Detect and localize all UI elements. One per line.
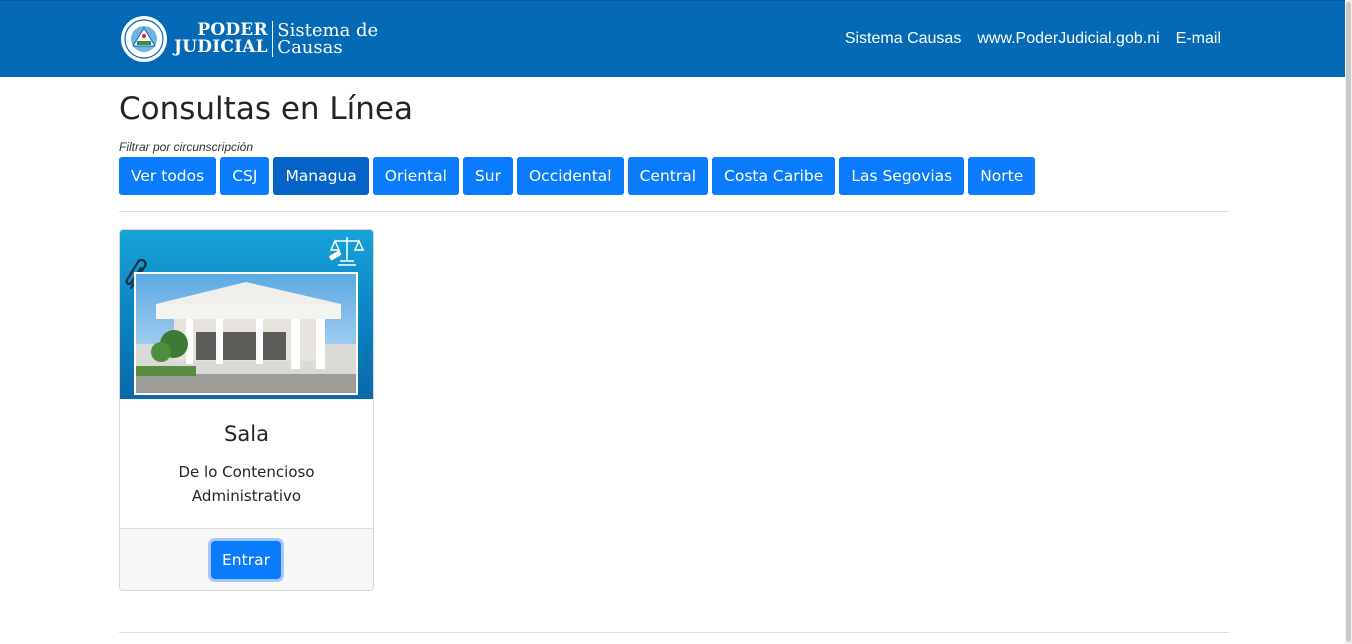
- top-navbar: PODER JUDICIAL Sistema de Causas Sistema…: [0, 0, 1345, 77]
- filter-label: Filtrar por circunscripción: [119, 140, 254, 154]
- filter-norte[interactable]: Norte: [968, 157, 1036, 195]
- nav-link-poder-judicial[interactable]: www.PoderJudicial.gob.ni: [977, 30, 1159, 48]
- section-divider: [119, 211, 1229, 212]
- card-subtitle: De lo Contencioso Administrativo: [120, 460, 373, 508]
- bottom-divider: [119, 632, 1229, 633]
- court-building-photo: [134, 272, 358, 395]
- filter-costa-caribe[interactable]: Costa Caribe: [712, 157, 836, 195]
- enter-button[interactable]: Entrar: [211, 541, 281, 579]
- page-scrollbar[interactable]: [1345, 0, 1352, 644]
- card-header-image: [120, 230, 373, 399]
- filter-central[interactable]: Central: [627, 157, 709, 195]
- brand-judicial: JUDICIAL: [174, 37, 268, 57]
- sala-card: Sala De lo Contencioso Administrativo En…: [119, 229, 374, 591]
- nav-link-sistema-causas[interactable]: Sistema Causas: [845, 30, 962, 48]
- filter-oriental[interactable]: Oriental: [372, 157, 459, 195]
- card-body: Sala De lo Contencioso Administrativo: [120, 399, 373, 528]
- card-title: Sala: [224, 422, 269, 446]
- filter-occidental[interactable]: Occidental: [516, 157, 624, 195]
- page-title: Consultas en Línea: [119, 91, 414, 127]
- card-footer: Entrar: [120, 528, 373, 590]
- filter-sur[interactable]: Sur: [462, 157, 513, 195]
- card-subtitle-line1: De lo Contencioso: [178, 463, 315, 481]
- circunscripcion-filter-group: Ver todos CSJ Managua Oriental Sur Occid…: [119, 157, 1229, 195]
- brand-system-line2: Causas: [277, 37, 343, 58]
- scrollbar-thumb[interactable]: [1346, 2, 1351, 642]
- main-container: Consultas en Línea Filtrar por circunscr…: [119, 77, 1229, 633]
- header-nav: Sistema Causas www.PoderJudicial.gob.ni …: [845, 30, 1221, 48]
- filter-csj[interactable]: CSJ: [220, 157, 270, 195]
- justice-scales-icon: [329, 237, 365, 266]
- brand-logo[interactable]: PODER JUDICIAL Sistema de Causas: [120, 13, 378, 65]
- filter-ver-todos[interactable]: Ver todos: [119, 157, 217, 195]
- nav-link-email[interactable]: E-mail: [1176, 30, 1221, 48]
- filter-managua[interactable]: Managua: [273, 157, 369, 195]
- filter-las-segovias[interactable]: Las Segovias: [839, 157, 965, 195]
- national-seal-icon: [121, 16, 167, 62]
- card-subtitle-line2: Administrativo: [191, 487, 302, 505]
